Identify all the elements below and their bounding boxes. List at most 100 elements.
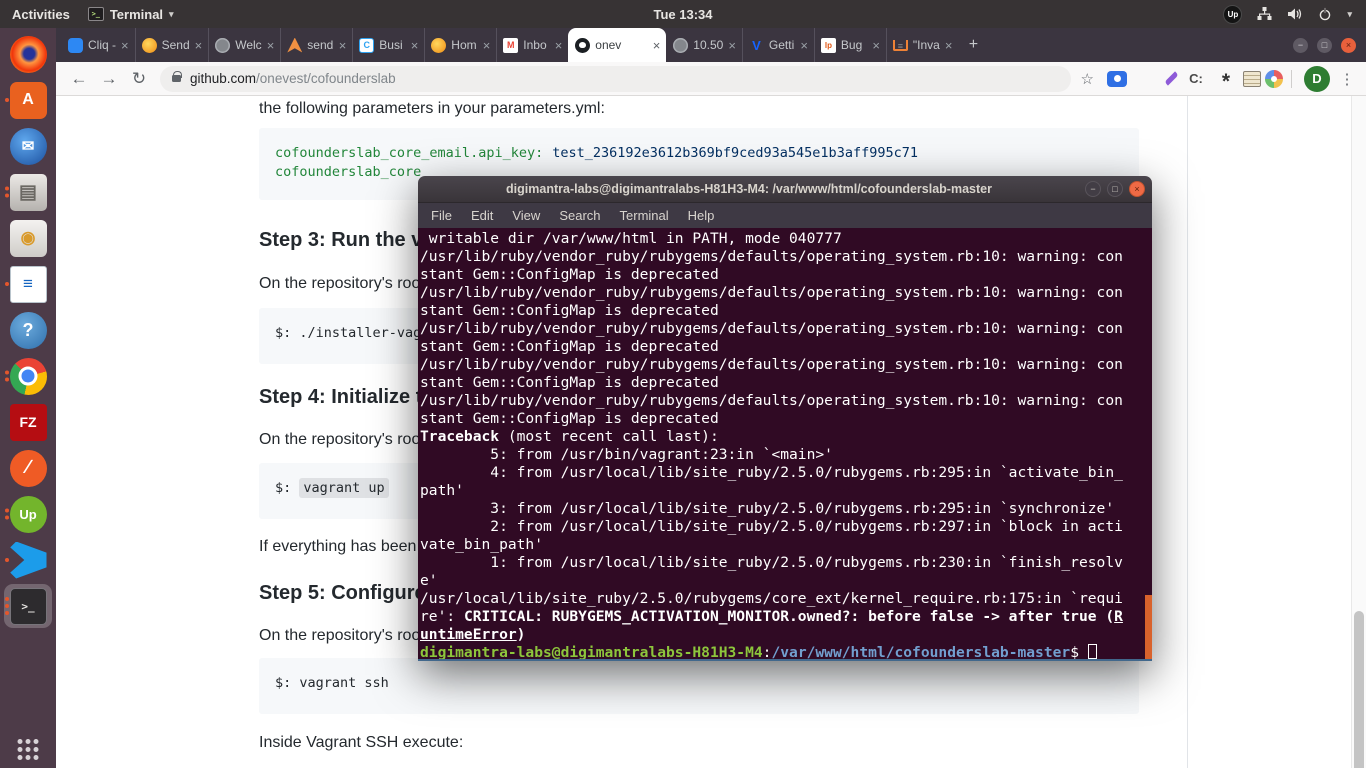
terminal-scrollbar[interactable] [1145, 595, 1152, 661]
page-scrollbar[interactable] [1351, 96, 1366, 768]
browser-tab-gmail[interactable]: Inbo × [496, 28, 568, 62]
terminal-menu-search[interactable]: Search [559, 208, 600, 223]
step3-paragraph: On the repository's roo [259, 275, 420, 293]
show-applications-button[interactable] [18, 739, 39, 760]
dock-item-files[interactable]: ▤ [4, 170, 52, 214]
terminal-menu-terminal[interactable]: Terminal [620, 208, 669, 223]
network-icon[interactable] [1257, 7, 1272, 21]
app-menu[interactable]: >_ Terminal ▾ [88, 7, 174, 22]
dock-item-rhythmbox[interactable]: ◉ [4, 216, 52, 260]
terminal-menu-help[interactable]: Help [688, 208, 715, 223]
tab-strip: Cliq -×Send×Welc×send×Busi×Hom×Inbo×onev… [56, 28, 1366, 62]
tab-close-icon[interactable]: × [800, 38, 808, 53]
power-icon[interactable] [1318, 7, 1332, 21]
browser-tab-amber-dot[interactable]: Hom× [424, 28, 496, 62]
extension-notes-icon[interactable] [1243, 71, 1261, 87]
terminal-titlebar[interactable]: digimantra-labs@digimantralabs-H81H3-M4:… [418, 176, 1152, 203]
dock-item-upwork[interactable]: Up [4, 492, 52, 536]
minimize-button[interactable]: − [1293, 38, 1308, 53]
terminal-line: /usr/lib/ruby/vendor_ruby/rubygems/defau… [420, 248, 1152, 266]
tab-close-icon[interactable]: × [555, 38, 563, 53]
browser-tab-globe[interactable]: 10.50× [666, 28, 742, 62]
terminal-maximize-button[interactable]: □ [1107, 181, 1123, 197]
volume-icon[interactable] [1287, 7, 1303, 21]
tab-title: Cliq - [88, 38, 116, 52]
profile-avatar[interactable]: D [1304, 66, 1330, 92]
dock-item-chrome[interactable] [4, 354, 52, 398]
chevron-down-icon[interactable]: ▾ [1347, 9, 1352, 20]
new-tab-button[interactable]: + [958, 28, 988, 62]
activities-button[interactable]: Activities [12, 7, 70, 22]
browser-menu-button[interactable]: ⋮ [1336, 70, 1358, 88]
dock-item-filezilla[interactable]: FZ [4, 400, 52, 444]
chrome-icon [10, 358, 47, 395]
browser-tab-clickup[interactable]: Busi× [352, 28, 424, 62]
browser-tab-github[interactable]: onev× [568, 28, 666, 62]
dock-item-terminal[interactable]: >_ [4, 584, 52, 628]
browser-tab-cliq[interactable]: Cliq - × [62, 28, 135, 62]
browser-tab-vagrant[interactable]: Getti× [742, 28, 814, 62]
tab-close-icon[interactable]: × [339, 38, 347, 53]
running-indicator [5, 282, 9, 286]
dock-item-ubuntu-software[interactable]: A [4, 78, 52, 122]
terminal-line: vate_bin_path' [420, 536, 1152, 554]
terminal-menu-edit[interactable]: Edit [471, 208, 493, 223]
clock[interactable]: Tue 13:34 [0, 7, 1366, 22]
maximize-button[interactable]: □ [1317, 38, 1332, 53]
tab-title: Send [162, 38, 190, 52]
browser-tab-globe[interactable]: Welc× [208, 28, 280, 62]
tab-close-icon[interactable]: × [483, 38, 491, 53]
dock-item-help[interactable]: ? [4, 308, 52, 352]
terminal-line: stant Gem::ConfigMap is deprecated [420, 410, 1152, 428]
close-button[interactable]: × [1341, 38, 1356, 53]
tab-close-icon[interactable]: × [411, 38, 419, 53]
back-button[interactable]: ← [64, 69, 94, 89]
tab-close-icon[interactable]: × [195, 38, 203, 53]
address-bar[interactable]: github.com/onevest/cofounderslab [160, 66, 1071, 92]
terminal-menu-file[interactable]: File [431, 208, 452, 223]
terminal-menu-view[interactable]: View [512, 208, 540, 223]
extension-player-icon[interactable] [1134, 67, 1160, 91]
extension-palette-icon[interactable] [1265, 70, 1283, 88]
terminal-line: e' [420, 572, 1152, 590]
terminal-line: stant Gem::ConfigMap is deprecated [420, 338, 1152, 356]
dock-item-libreoffice-writer[interactable]: ≡ [4, 262, 52, 306]
browser-tab-amber-dot[interactable]: Send × [135, 28, 209, 62]
running-indicator [5, 509, 9, 520]
launchpad-icon [821, 38, 836, 53]
terminal-minimize-button[interactable]: − [1085, 181, 1101, 197]
dock-item-vscode[interactable] [4, 538, 52, 582]
tab-close-icon[interactable]: × [121, 38, 129, 53]
files-icon: ▤ [10, 174, 47, 211]
dock-item-postman[interactable]: ∕ [4, 446, 52, 490]
terminal-output: writable dir /var/www/html in PATH, mode… [418, 228, 1152, 661]
browser-tab-launchpad[interactable]: Bug× [814, 28, 886, 62]
terminal-line: /usr/local/lib/site_ruby/2.5.0/rubygems/… [420, 590, 1152, 608]
page-scrollbar-thumb[interactable] [1354, 611, 1364, 768]
intro-paragraph: the following parameters in your paramet… [259, 100, 605, 118]
tab-close-icon[interactable]: × [267, 38, 275, 53]
terminal-close-button[interactable]: × [1129, 181, 1145, 197]
browser-tab-zoho-send[interactable]: send× [280, 28, 352, 62]
terminal-cursor [1088, 644, 1097, 659]
tab-close-icon[interactable]: × [872, 38, 880, 53]
extension-screenshot-icon[interactable] [1107, 71, 1127, 87]
extension-clickup-icon[interactable] [1183, 67, 1209, 91]
reload-button[interactable]: ↻ [124, 69, 154, 89]
upwork-tray-icon[interactable]: Up [1223, 5, 1242, 24]
extension-bug-icon[interactable] [1213, 67, 1239, 91]
step5-paragraph: On the repository's roo [259, 627, 420, 645]
bookmark-star-icon[interactable]: ☆ [1081, 70, 1094, 88]
tab-close-icon[interactable]: × [653, 38, 661, 53]
running-indicator [5, 597, 9, 615]
tab-title: Inbo [523, 38, 549, 52]
dock-item-firefox[interactable] [4, 32, 52, 76]
dock-item-thunderbird[interactable]: ✉ [4, 124, 52, 168]
forward-button[interactable]: → [94, 69, 124, 89]
extension-feather-icon[interactable] [1164, 71, 1178, 85]
browser-tab-stackoverflow[interactable]: "Inva× [886, 28, 959, 62]
tab-close-icon[interactable]: × [728, 38, 736, 53]
tab-close-icon[interactable]: × [945, 38, 953, 53]
running-indicator [5, 98, 9, 102]
terminal-app-icon: >_ [88, 7, 104, 21]
